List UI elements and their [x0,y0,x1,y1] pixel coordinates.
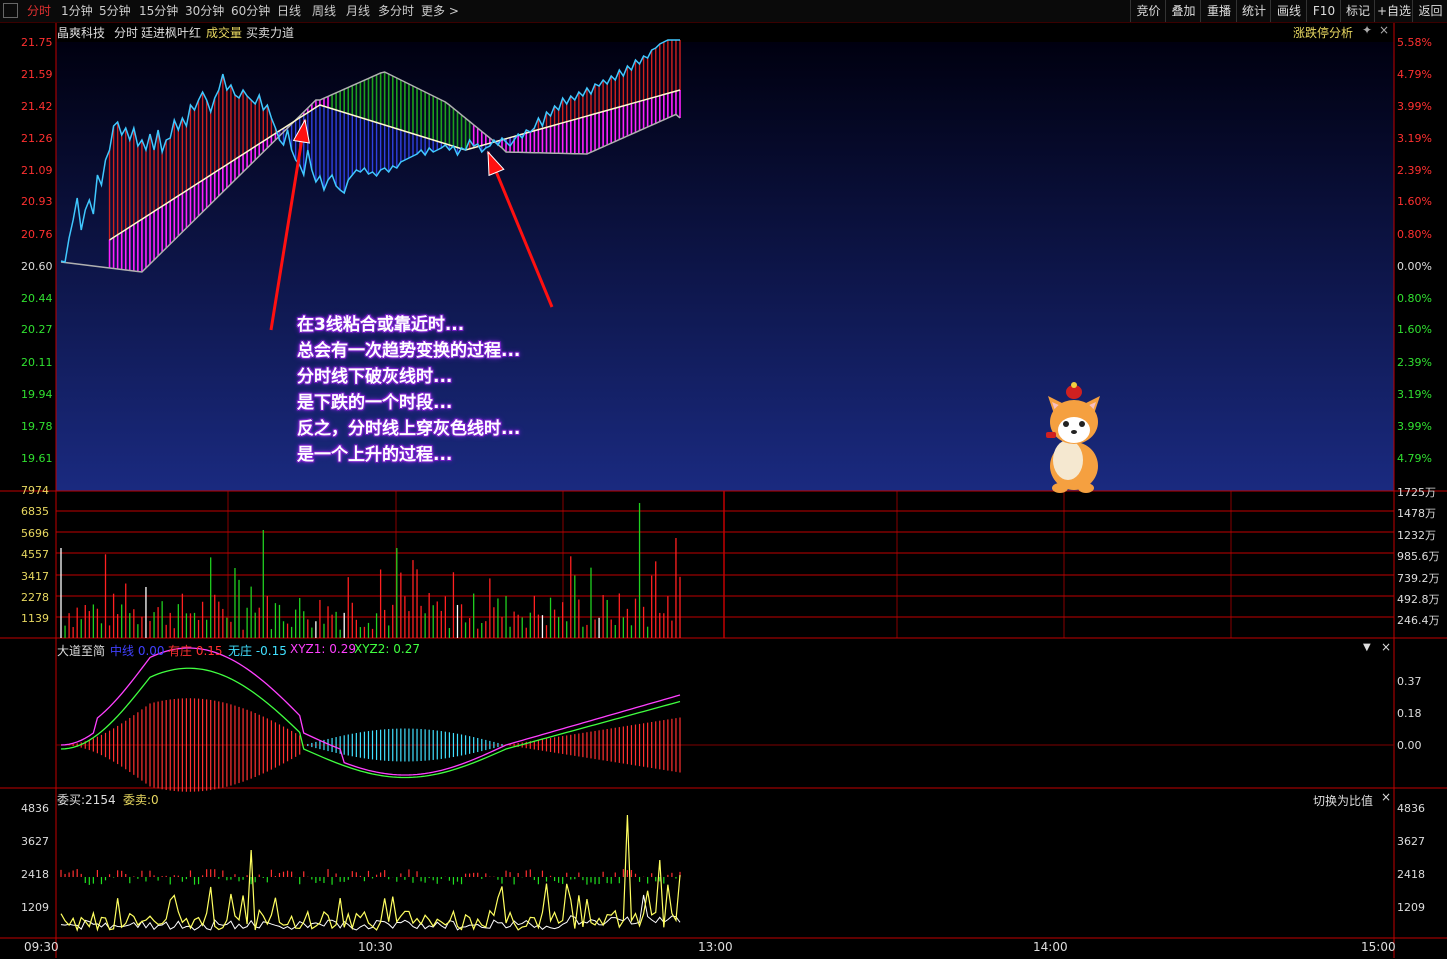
chart-canvas [0,23,1447,958]
annotation-line: 总会有一次趋势变换的过程... [297,341,521,361]
indicator-axis-label: 0.37 [1397,675,1422,688]
percent-axis-label: 5.58% [1397,36,1432,49]
volume-amount-axis-label: 246.4万 [1397,614,1440,627]
indicator-value-1: 有庄 0.15 [168,644,223,658]
volume-axis-label: 6835 [21,505,49,518]
price-axis-label: 20.93 [21,195,53,208]
order-axis-left-label: 2418 [21,868,49,881]
percent-axis-label: 0.80% [1397,292,1432,305]
volume-amount-axis-label: 1725万 [1397,486,1436,499]
ask-volume-label: 委卖:0 [123,793,159,807]
dropdown-icon[interactable]: ▼ [1363,642,1371,653]
price-axis-label: 20.76 [21,228,53,241]
annotation-line: 分时线下破灰线时... [297,367,453,387]
percent-axis-label: 3.99% [1397,420,1432,433]
volume-axis-label: 5696 [21,527,49,540]
indicator-value-4: XYZ2: 0.27 [354,642,420,656]
order-axis-right-label: 3627 [1397,835,1425,848]
limit-analysis-label[interactable]: 涨跌停分析 [1293,24,1353,41]
order-axis-left-label: 1209 [21,901,49,914]
order-axis-right-label: 4836 [1397,802,1425,815]
time-axis-label: 14:00 [1033,940,1068,954]
price-axis-label: 20.60 [21,260,53,273]
indicator-name[interactable]: 廷进枫叶红 [141,24,201,41]
shiba-dog-mascot-icon [1046,382,1100,493]
price-panel-background [56,42,1394,491]
indicator-value-2: 无庄 -0.15 [228,644,287,658]
indicator-axis-label: 0.00 [1397,739,1422,752]
time-axis-label: 09:30 [24,940,59,954]
annotation-line: 在3线粘合或靠近时... [297,315,465,335]
volume-amount-axis-label: 739.2万 [1397,572,1440,585]
view-label: 分时 [114,26,139,40]
price-axis-label: 19.94 [21,388,53,401]
price-axis-label: 21.26 [21,132,53,145]
buy-sell-force-label[interactable]: 买卖力道 [246,24,294,41]
percent-axis-label: 2.39% [1397,356,1432,369]
price-axis-label: 19.78 [21,420,53,433]
percent-axis-label: 4.79% [1397,68,1432,81]
time-axis-label: 10:30 [358,940,393,954]
indicator-close-icon[interactable]: × [1381,640,1391,654]
price-axis-label: 19.61 [21,452,53,465]
bid-line [60,814,681,932]
time-axis-label: 15:00 [1361,940,1396,954]
indicator-value-0: 中线 0.00 [110,644,165,658]
percent-axis-label: 3.19% [1397,132,1432,145]
volume-axis-label: 3417 [21,570,49,583]
volume-amount-axis-label: 985.6万 [1397,550,1440,563]
bid-volume-label: 委买:2154 [57,793,116,807]
indicator-axis-label: 0.18 [1397,707,1422,720]
order-axis-left-label: 4836 [21,802,49,815]
settings-gear-icon[interactable]: ✦ [1362,23,1372,37]
percent-axis-label: 3.99% [1397,100,1432,113]
price-axis-label: 21.75 [21,36,53,49]
volume-axis-label: 1139 [21,612,49,625]
annotation-text: 在3线粘合或靠近时... 总会有一次趋势变换的过程... 分时线下破灰线时...… [297,312,520,468]
volume-amount-axis-label: 492.8万 [1397,593,1440,606]
indicator-panel-title[interactable]: 大道至简 [57,642,105,659]
volume-axis-label: 2278 [21,591,49,604]
price-axis-label: 21.59 [21,68,53,81]
volume-axis-label: 7974 [21,484,49,497]
annotation-line: 反之，分时线上穿灰色线时... [297,419,521,439]
volume-amount-axis-label: 1478万 [1397,507,1436,520]
close-icon[interactable]: × [1379,23,1389,37]
percent-axis-label: 4.79% [1397,452,1432,465]
percent-axis-label: 3.19% [1397,388,1432,401]
percent-axis-label: 1.60% [1397,195,1432,208]
order-axis-left-label: 3627 [21,835,49,848]
order-axis-right-label: 1209 [1397,901,1425,914]
percent-axis-label: 2.39% [1397,164,1432,177]
price-axis-label: 21.09 [21,164,53,177]
volume-amount-axis-label: 1232万 [1397,529,1436,542]
order-axis-right-label: 2418 [1397,868,1425,881]
percent-axis-label: 0.80% [1397,228,1432,241]
volume-axis-label: 4557 [21,548,49,561]
price-axis-label: 21.42 [21,100,53,113]
price-axis-label: 20.11 [21,356,53,369]
volume-label[interactable]: 成交量 [206,24,242,41]
annotation-line: 是一个上升的过程... [297,445,453,465]
percent-axis-label: 1.60% [1397,323,1432,336]
order-panel-close-icon[interactable]: × [1381,790,1391,804]
price-axis-label: 20.44 [21,292,53,305]
price-axis-label: 20.27 [21,323,53,336]
time-axis-label: 13:00 [698,940,733,954]
percent-axis-label: 0.00% [1397,260,1432,273]
switch-ratio-button[interactable]: 切换为比值 [1313,792,1373,809]
stock-name: 晶爽科技 [57,26,106,40]
indicator-value-3: XYZ1: 0.29 [290,642,356,656]
annotation-line: 是下跌的一个时段... [297,393,453,413]
